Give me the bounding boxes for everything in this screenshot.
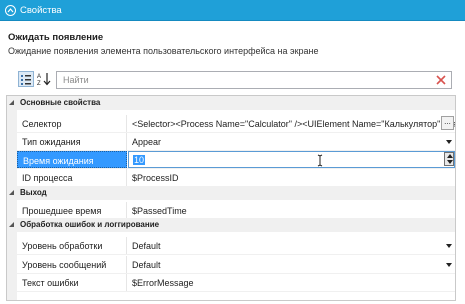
collapse-triangle-icon[interactable] (9, 222, 14, 227)
property-row-error-text[interactable]: Текст ошибки $ErrorMessage (17, 274, 455, 292)
categorized-icon[interactable] (18, 71, 34, 87)
collapse-triangle-icon[interactable] (9, 190, 14, 195)
svg-text:Z: Z (37, 81, 41, 87)
passed-time-value[interactable]: $PassedTime (128, 202, 455, 219)
dropdown-icon[interactable] (446, 263, 452, 267)
panel-title: Свойства (20, 5, 62, 16)
property-row-message-level[interactable]: Уровень сообщений Default (17, 256, 455, 274)
property-row-handling-level[interactable]: Уровень обработки Default (17, 237, 455, 255)
activity-header: Ожидать появление Ожидание появления эле… (0, 21, 465, 61)
property-row-selector[interactable]: Селектор <Selector><Process Name="Calcul… (17, 115, 455, 133)
selector-value[interactable]: <Selector><Process Name="Calculator" /><… (128, 115, 455, 132)
text-cursor-icon (317, 154, 323, 167)
activity-title: Ожидать появление (8, 32, 104, 43)
message-level-value[interactable]: Default (128, 256, 455, 273)
property-row-wait-type[interactable]: Тип ожидания Appear (17, 133, 455, 151)
property-row-wait-time[interactable]: Время ожидания 10 (17, 151, 455, 169)
wait-type-value[interactable]: Appear (128, 133, 455, 150)
ellipsis-icon[interactable]: ... (441, 116, 454, 130)
dropdown-icon[interactable] (446, 244, 452, 248)
category-main[interactable]: Основные свойства (7, 96, 455, 110)
sort-az-icon[interactable]: A Z (36, 71, 52, 87)
search-input[interactable]: Найти (56, 71, 452, 89)
dropdown-icon[interactable] (446, 140, 452, 144)
chevron-up-icon[interactable] (5, 5, 16, 16)
handling-level-value[interactable]: Default (128, 237, 455, 254)
property-row-process-id[interactable]: ID процесса $ProcessID (17, 169, 455, 187)
spinner-icon[interactable] (444, 152, 454, 166)
category-output[interactable]: Выход (7, 186, 455, 200)
property-grid: Основные свойства Селектор <Selector><Pr… (6, 95, 456, 301)
svg-text:A: A (37, 74, 41, 80)
process-id-value[interactable]: $ProcessID (128, 169, 455, 186)
wait-time-input[interactable]: 10 (128, 151, 455, 168)
panel-titlebar: Свойства (0, 0, 465, 21)
search-placeholder: Найти (63, 75, 89, 85)
error-text-value[interactable]: $ErrorMessage (128, 274, 455, 291)
category-errors[interactable]: Обработка ошибок и логгирование (7, 218, 455, 232)
clear-icon[interactable] (435, 74, 447, 88)
collapse-triangle-icon[interactable] (9, 100, 14, 105)
activity-description: Ожидание появления элемента пользователь… (8, 46, 319, 56)
properties-toolbar: A Z Найти (0, 66, 465, 92)
